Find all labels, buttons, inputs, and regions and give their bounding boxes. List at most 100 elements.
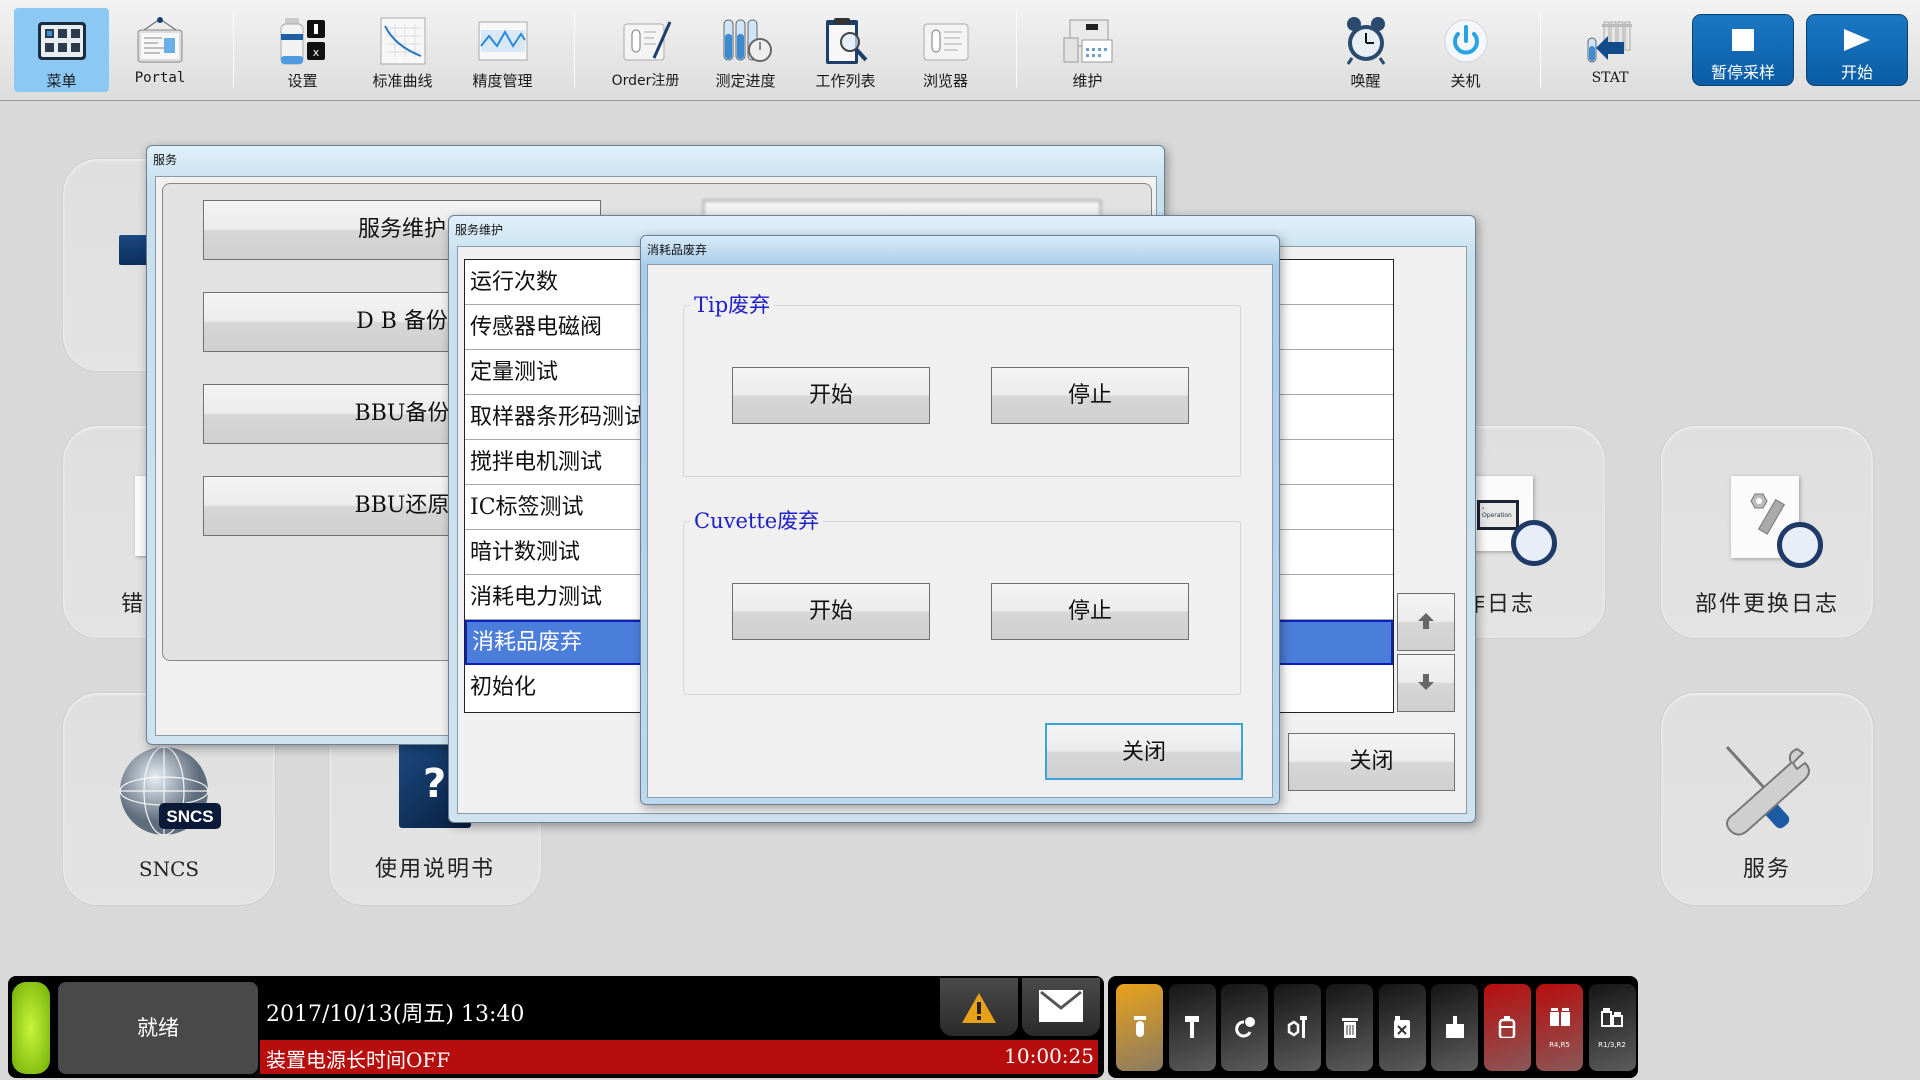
- disposal-dialog-title: 消耗品废弃: [647, 243, 708, 257]
- waste-tank-icon: [1394, 1016, 1410, 1038]
- status-bar: 就绪 2017/10/13(周五) 13:40 装置电源长时间OFF 10:00…: [8, 976, 1104, 1078]
- toolbar-browser-label: 浏览器: [922, 72, 968, 90]
- rotor-icon: [1234, 1017, 1255, 1038]
- arrow-up-icon: [1418, 613, 1434, 629]
- tile-icon: [119, 235, 149, 265]
- consumable-tip-button[interactable]: [1116, 984, 1163, 1071]
- pause-sampling-button[interactable]: 暂停采样: [1692, 14, 1794, 86]
- toolbar-maintenance-button[interactable]: 维护: [1040, 8, 1135, 92]
- maintenance-dialog-title: 服务维护: [455, 223, 504, 237]
- toolbar-shutdown-button[interactable]: 关机: [1418, 8, 1513, 92]
- parts-replacement-log-icon: [1731, 476, 1823, 568]
- toolbar-worklist-button[interactable]: 工作列表: [798, 8, 893, 92]
- worklist-icon: [825, 18, 867, 64]
- calibration-curve-icon: [380, 17, 425, 65]
- toolbar-wakeup-button[interactable]: 唤醒: [1318, 8, 1413, 92]
- reagent-r1r2-icon: [1601, 1008, 1623, 1027]
- consumable-waste-button[interactable]: [1326, 984, 1373, 1071]
- envelope-icon: [1039, 990, 1083, 1022]
- warning-triangle-icon: [962, 993, 996, 1023]
- consumable-parts-button[interactable]: [1273, 984, 1321, 1071]
- alarm-message-bar[interactable]: 装置电源长时间OFF 10:00:25: [260, 1040, 1098, 1074]
- toolbar-wakeup-label: 唤醒: [1350, 72, 1381, 90]
- alarm-time: 10:00:25: [1004, 1044, 1094, 1068]
- consumables-panel: R4,R5 R1/3,R2: [1108, 976, 1638, 1078]
- tray-icon: [1445, 1016, 1464, 1038]
- toolbar-order-label: Order注册: [611, 73, 680, 89]
- toolbar-menu-button[interactable]: 菜单: [14, 8, 109, 92]
- tip-icon: [1133, 1016, 1146, 1037]
- cuvette-start-button[interactable]: 开始: [732, 583, 930, 640]
- system-state-button[interactable]: 就绪: [58, 982, 258, 1074]
- ready-led-indicator: [12, 982, 50, 1074]
- scroll-down-button[interactable]: [1397, 654, 1455, 712]
- qc-chart-icon: [478, 21, 527, 61]
- toolbar-separator: [574, 12, 575, 88]
- toolbar-portal-label: Portal: [134, 70, 186, 86]
- tip-stop-button[interactable]: 停止: [991, 367, 1189, 424]
- tile-service[interactable]: 服务: [1660, 692, 1874, 906]
- bottle-icon: [1498, 1016, 1516, 1038]
- tip-disposal-label: Tip废弃: [690, 289, 775, 319]
- tile-manual-label: 使用说明书: [374, 857, 495, 882]
- measure-progress-icon: [723, 19, 772, 62]
- tile-sncs-label: SNCS: [138, 857, 200, 881]
- tile-parts-replacement-log[interactable]: 部件更换日志: [1660, 425, 1874, 639]
- consumable-probe-button[interactable]: [1168, 984, 1216, 1071]
- toolbar-portal-button[interactable]: Portal: [115, 8, 205, 92]
- consumable-tray-button[interactable]: [1431, 984, 1478, 1071]
- disposal-close-button[interactable]: 关闭: [1045, 723, 1243, 780]
- toolbar-stat-label: STAT: [1591, 70, 1629, 86]
- stop-square-icon: [1732, 29, 1754, 51]
- nut-bolt-icon: [1287, 1016, 1307, 1038]
- message-button[interactable]: [1022, 978, 1100, 1036]
- portal-board-icon: [137, 17, 183, 63]
- tile-parts-replacement-log-label: 部件更换日志: [1694, 592, 1839, 617]
- toolbar-calibration-button[interactable]: 标准曲线: [355, 8, 450, 92]
- cuvette-disposal-label: Cuvette废弃: [690, 505, 824, 535]
- probe-icon: [1185, 1016, 1199, 1038]
- status-datetime: 2017/10/13(周五) 13:40: [266, 1002, 525, 1027]
- toolbar-shutdown-label: 关机: [1450, 72, 1481, 90]
- service-tools-icon: [1725, 745, 1810, 836]
- consumable-r1-3-r2-button[interactable]: R1/3,R2: [1588, 984, 1636, 1071]
- disposal-dialog-body: Tip废弃 开始 停止 Cuvette废弃 开始 停止 关闭: [647, 264, 1273, 798]
- service-dialog-title: 服务: [153, 153, 178, 167]
- consumable-sublabel: R4,R5: [1549, 1041, 1570, 1049]
- toolbar-qc-button[interactable]: 精度管理: [455, 8, 550, 92]
- consumable-rotor-button[interactable]: [1221, 984, 1268, 1071]
- scroll-up-button[interactable]: [1397, 593, 1455, 651]
- svg-text:x: x: [312, 46, 319, 59]
- operation-log-icon: › Operation: [1473, 476, 1557, 566]
- reagent-bottle-icon: x: [280, 18, 325, 65]
- maintenance-close-button[interactable]: 关闭: [1288, 733, 1455, 791]
- start-button[interactable]: 开始: [1806, 14, 1908, 86]
- toolbar-separator: [233, 12, 234, 88]
- toolbar-separator: [1016, 12, 1017, 88]
- toolbar-separator: [1540, 12, 1541, 88]
- cuvette-stop-button[interactable]: 停止: [991, 583, 1189, 640]
- consumable-waste-tank-button[interactable]: [1378, 984, 1426, 1071]
- consumable-bottle-button[interactable]: [1483, 984, 1531, 1071]
- consumable-r4-r5-button[interactable]: R4,R5: [1536, 984, 1583, 1071]
- order-register-icon: [623, 21, 671, 61]
- toolbar-settings-label: 设置: [287, 72, 318, 90]
- maintenance-icon: [1063, 19, 1112, 63]
- toolbar-progress-label: 测定进度: [715, 72, 776, 90]
- toolbar-browser-button[interactable]: 浏览器: [898, 8, 993, 92]
- toolbar-worklist-label: 工作列表: [815, 72, 876, 90]
- toolbar-order-button[interactable]: Order注册: [598, 8, 693, 92]
- svg-text:SNCS: SNCS: [166, 807, 213, 826]
- toolbar-progress-button[interactable]: 测定进度: [698, 8, 793, 92]
- menu-grid-icon: [37, 22, 86, 60]
- alarm-clock-icon: [1346, 17, 1385, 65]
- warning-button[interactable]: [940, 978, 1018, 1036]
- toolbar-qc-label: 精度管理: [472, 72, 533, 90]
- consumable-disposal-dialog: 消耗品废弃 Tip废弃 开始 停止 Cuvette废弃 开始 停止 关闭: [640, 235, 1280, 805]
- consumable-sublabel: R1/3,R2: [1598, 1041, 1626, 1049]
- start-label: 开始: [1840, 63, 1873, 82]
- tip-start-button[interactable]: 开始: [732, 367, 930, 424]
- toolbar-stat-button[interactable]: STAT: [1560, 8, 1660, 92]
- toolbar-settings-button[interactable]: x 设置: [255, 8, 350, 92]
- main-toolbar: 菜单 Portal x 设置 标准曲线 精度管理 Order注册 测定进度 工作…: [0, 0, 1920, 101]
